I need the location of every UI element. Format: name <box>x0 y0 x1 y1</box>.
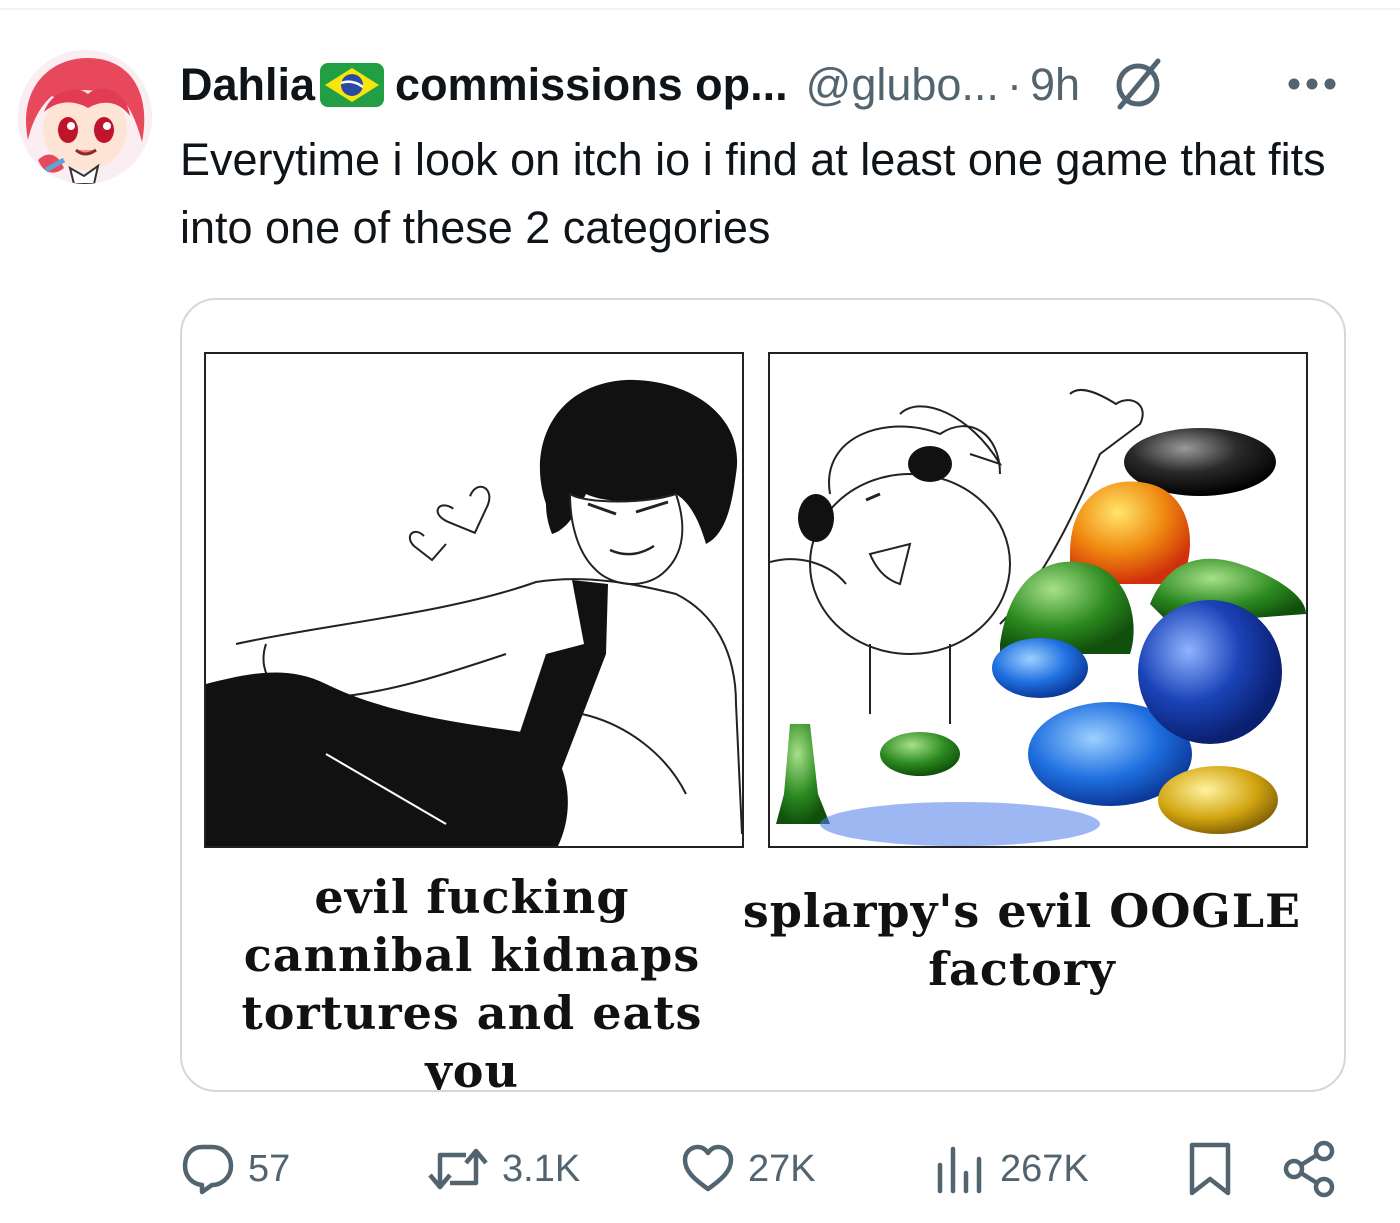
user-handle[interactable]: @glubo... <box>806 59 999 111</box>
brazil-flag-icon <box>319 62 385 108</box>
tweet-actions-bar: 57 3.1K 27K 267K <box>180 1134 1350 1204</box>
oogle-factory-drawing <box>770 354 1306 846</box>
bookmark-icon <box>1189 1142 1231 1196</box>
reply-button[interactable]: 57 <box>180 1134 290 1204</box>
like-count: 27K <box>748 1147 816 1190</box>
avatar-image <box>18 50 152 184</box>
share-button[interactable] <box>1280 1134 1340 1204</box>
retweet-button[interactable]: 3.1K <box>426 1134 580 1204</box>
display-name-suffix[interactable]: commissions op... <box>395 59 788 111</box>
cannibal-character-drawing <box>206 354 742 846</box>
slashed-circle-icon <box>1108 55 1168 116</box>
heart-icon <box>682 1144 734 1192</box>
avatar[interactable] <box>18 50 152 184</box>
reply-count: 57 <box>248 1147 291 1190</box>
right-caption: splarpy's evil OOGLE factory <box>742 884 1302 996</box>
more-dots-icon <box>1288 78 1336 90</box>
left-caption: evil fucking cannibal kidnaps tortures a… <box>241 870 703 1092</box>
post-time[interactable]: 9h <box>1030 59 1080 111</box>
retweet-icon <box>428 1148 488 1190</box>
retweet-count: 3.1K <box>502 1147 581 1190</box>
like-button[interactable]: 27K <box>680 1134 816 1204</box>
meme-panel-left <box>204 352 744 848</box>
views-button[interactable]: 267K <box>932 1134 1089 1204</box>
share-icon <box>1283 1140 1335 1198</box>
tweet-text: Everytime i look on itch io i find at le… <box>180 134 1326 253</box>
reply-bubble-icon <box>182 1144 234 1195</box>
tweet-media-card[interactable]: evil fucking cannibal kidnaps tortures a… <box>180 298 1346 1092</box>
tweet-header: Dahlia commissions op... @glubo... · 9h <box>180 52 1168 118</box>
separator-dot: · <box>1006 59 1022 110</box>
display-name[interactable]: Dahlia <box>180 59 315 111</box>
views-chart-icon <box>937 1146 982 1194</box>
views-count: 267K <box>1000 1147 1089 1190</box>
bookmark-button[interactable] <box>1182 1134 1238 1204</box>
more-options-button[interactable] <box>1282 64 1342 104</box>
meme-panel-right <box>768 352 1308 848</box>
top-divider <box>0 8 1400 10</box>
